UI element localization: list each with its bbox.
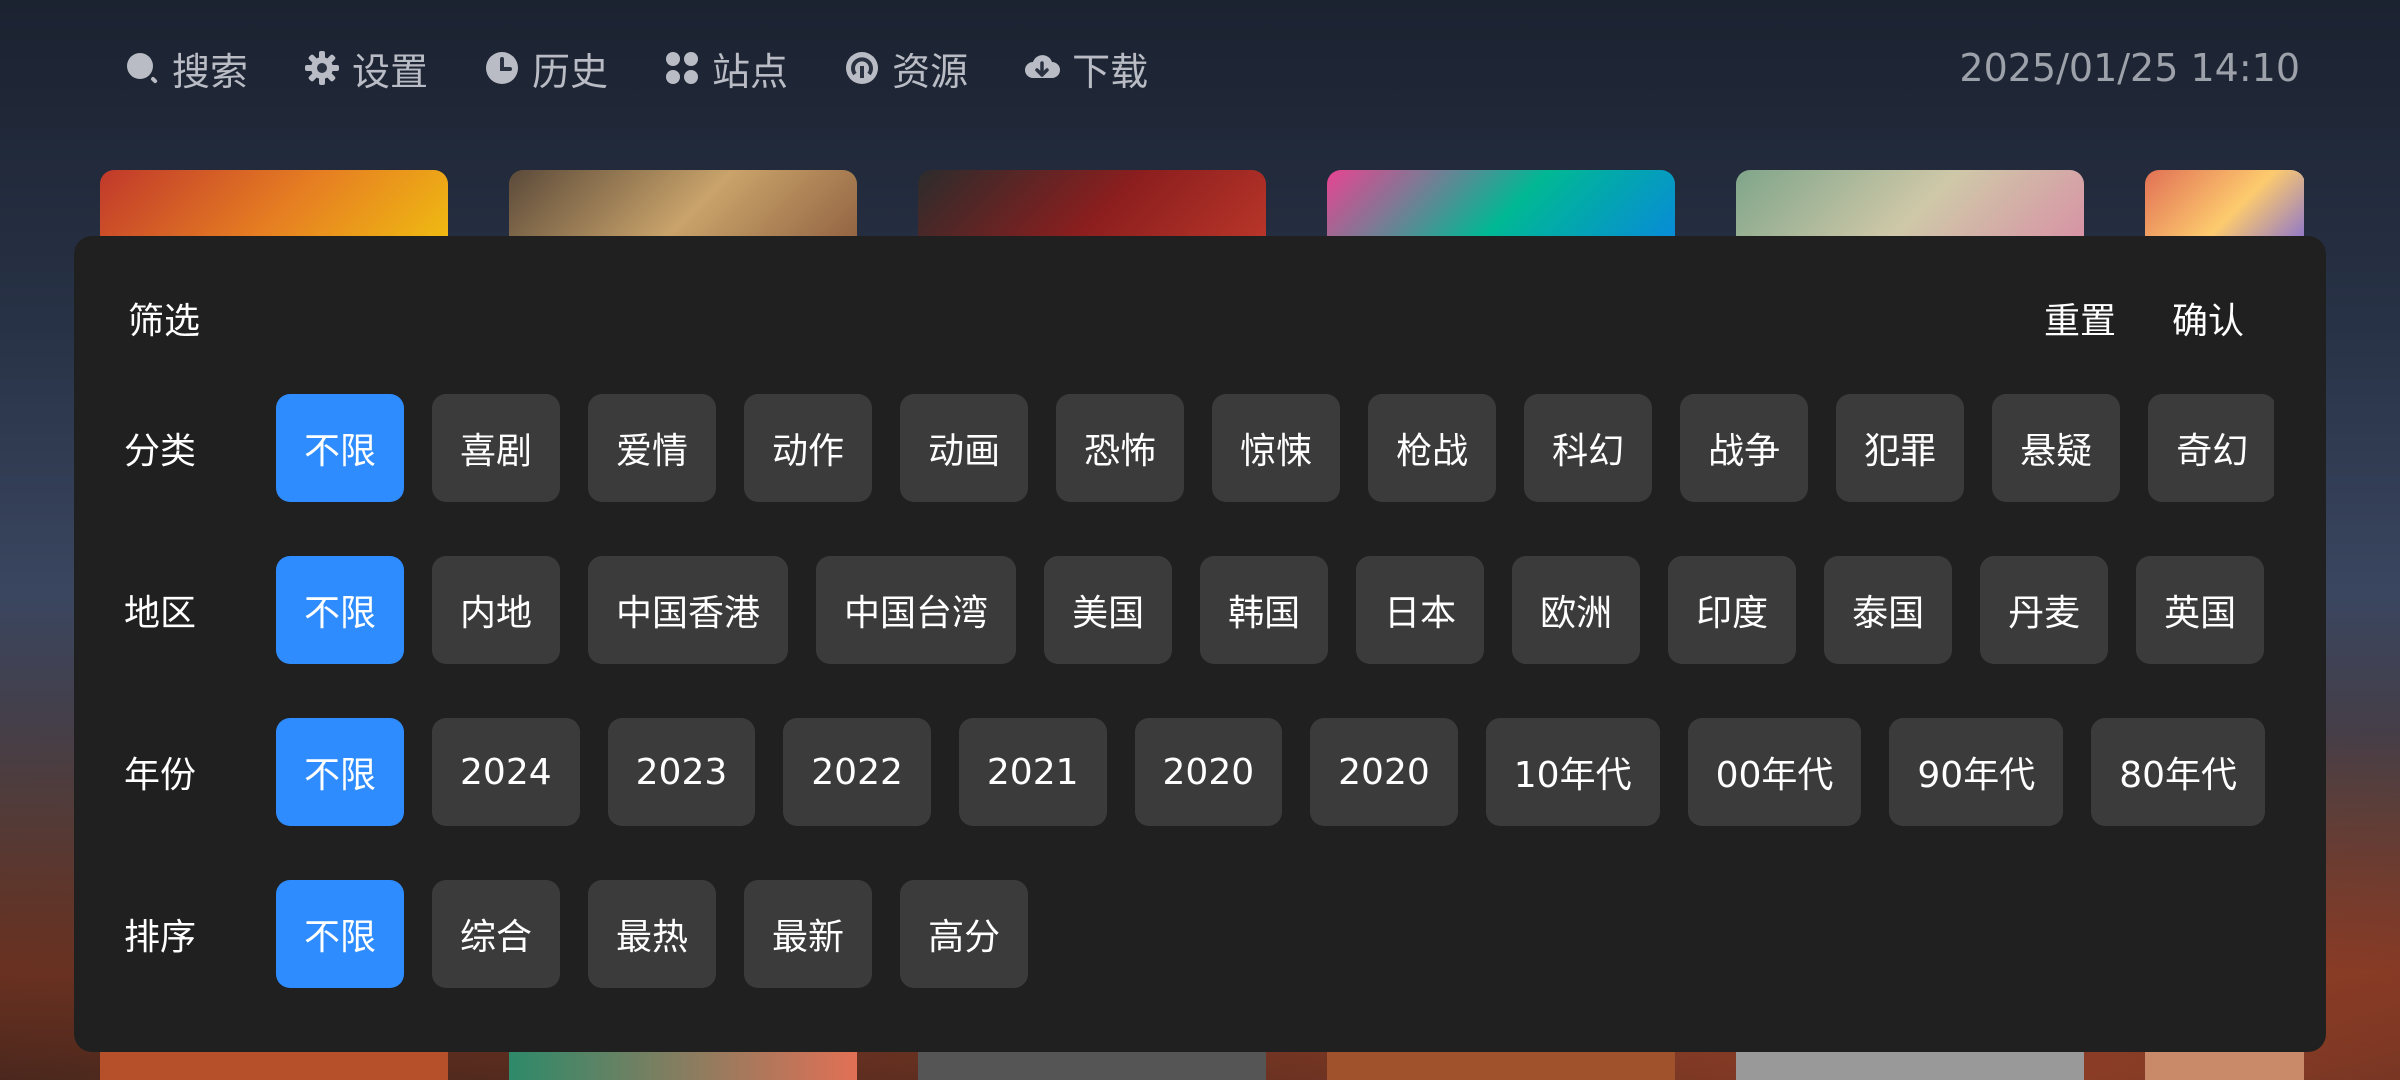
filter-chip[interactable]: 印度 — [1668, 556, 1797, 664]
filter-chip[interactable]: 2020 — [1134, 718, 1283, 826]
filter-chip[interactable]: 2023 — [607, 718, 756, 826]
filter-row-sort: 排序 不限 综合 最热 最新 高分 — [124, 880, 2274, 988]
filter-chip[interactable]: 内地 — [432, 556, 561, 664]
reset-button[interactable]: 重置 — [2044, 292, 2116, 344]
filter-chip[interactable]: 2022 — [783, 718, 931, 826]
filter-row-region: 地区 不限 内地 中国香港 中国台湾 美国 韩国 日本 欧洲 印度 泰国 丹麦 英国 — [124, 556, 2274, 664]
row-label: 分类 — [124, 431, 197, 472]
nav-settings[interactable]: 设置 — [304, 41, 428, 96]
nav-label: 下载 — [1072, 49, 1149, 94]
poster-row-top — [100, 170, 2304, 240]
poster[interactable] — [1327, 170, 1675, 240]
filter-row-category: 分类 不限 喜剧 爱情 动作 动画 恐怖 惊悚 枪战 科幻 战争 犯罪 悬疑 奇幻 — [124, 394, 2274, 502]
filter-chip[interactable]: 韩国 — [1200, 556, 1329, 664]
filter-chip[interactable]: 高分 — [900, 880, 1029, 988]
chip-list: 不限 喜剧 爱情 动作 动画 恐怖 惊悚 枪战 科幻 战争 犯罪 悬疑 奇幻 — [276, 394, 2274, 502]
poster[interactable] — [918, 170, 1266, 240]
poster[interactable] — [509, 1050, 857, 1080]
filter-chip[interactable]: 动画 — [900, 394, 1029, 502]
panel-actions: 重置 确认 — [2044, 292, 2244, 344]
nav-label: 历史 — [532, 49, 609, 94]
filter-chip[interactable]: 奇幻 — [2148, 394, 2274, 502]
confirm-button[interactable]: 确认 — [2172, 292, 2244, 344]
filter-chip[interactable]: 90年代 — [1889, 718, 2064, 826]
filter-chip[interactable]: 不限 — [276, 556, 405, 664]
nav-label: 搜索 — [172, 49, 249, 94]
nav-label: 资源 — [892, 49, 969, 94]
chip-list: 不限 综合 最热 最新 高分 — [276, 880, 2274, 988]
poster[interactable] — [1327, 1050, 1675, 1080]
poster[interactable] — [918, 1050, 1266, 1080]
filter-chip[interactable]: 中国台湾 — [816, 556, 1017, 664]
clock: 2025/01/25 14:10 — [1959, 46, 2300, 90]
filter-chip[interactable]: 枪战 — [1368, 394, 1497, 502]
poster[interactable] — [1736, 1050, 2084, 1080]
search-icon — [127, 53, 158, 84]
filter-chip[interactable]: 最热 — [588, 880, 717, 988]
filter-chip[interactable]: 不限 — [276, 718, 405, 826]
nav-search[interactable]: 搜索 — [124, 41, 248, 96]
poster[interactable] — [509, 170, 857, 240]
nav-sites[interactable]: 站点 — [664, 41, 788, 96]
poster[interactable] — [1736, 170, 2084, 240]
poster[interactable] — [100, 1050, 448, 1080]
poster[interactable] — [2145, 1050, 2304, 1080]
filter-chip[interactable]: 惊悚 — [1212, 394, 1341, 502]
panel-title: 筛选 — [128, 301, 201, 342]
filter-chip[interactable]: 动作 — [744, 394, 873, 502]
nav-download[interactable]: 下载 — [1024, 41, 1148, 96]
poster[interactable] — [100, 170, 448, 240]
nav-resources[interactable]: 资源 — [844, 41, 968, 96]
filter-chip[interactable]: 战争 — [1680, 394, 1809, 502]
filter-chip[interactable]: 2021 — [958, 718, 1107, 826]
filter-chip[interactable]: 英国 — [2136, 556, 2265, 664]
filter-chip[interactable]: 不限 — [276, 880, 405, 988]
nav-label: 设置 — [352, 49, 429, 94]
filter-chip[interactable]: 综合 — [432, 880, 561, 988]
filter-row-year: 年份 不限 2024 2023 2022 2021 2020 2020 10年代 00年代 90年… — [124, 718, 2274, 826]
row-label: 年份 — [124, 755, 197, 796]
filter-chip[interactable]: 最新 — [744, 880, 873, 988]
filter-chip[interactable]: 日本 — [1356, 556, 1485, 664]
poster[interactable] — [2145, 170, 2304, 240]
chip-list: 不限 内地 中国香港 中国台湾 美国 韩国 日本 欧洲 印度 泰国 丹麦 英国 — [276, 556, 2274, 664]
filter-chip[interactable]: 美国 — [1044, 556, 1173, 664]
filter-chip[interactable]: 10年代 — [1485, 718, 1660, 826]
filter-chip[interactable]: 恐怖 — [1056, 394, 1185, 502]
filter-chip[interactable]: 悬疑 — [1992, 394, 2121, 502]
chip-list: 不限 2024 2023 2022 2021 2020 2020 10年代 00年代 90年代 80… — [276, 718, 2274, 826]
grid-icon — [666, 52, 699, 84]
gear-icon — [305, 51, 340, 85]
filter-chip[interactable]: 丹麦 — [1980, 556, 2109, 664]
filter-chip[interactable]: 2020 — [1310, 718, 1458, 826]
filter-chip[interactable]: 80年代 — [2091, 718, 2266, 826]
filter-chip[interactable]: 2024 — [432, 718, 580, 826]
clock-icon — [486, 52, 519, 84]
poster-row-bottom — [100, 1050, 2304, 1080]
power-icon — [846, 52, 879, 84]
filter-chip[interactable]: 犯罪 — [1836, 394, 1965, 502]
filter-chip[interactable]: 00年代 — [1687, 718, 1862, 826]
filter-chip[interactable]: 欧洲 — [1512, 556, 1641, 664]
top-nav: 搜索 设置 历史 站点 资源 下载 2025/01/25 14:10 — [124, 38, 2300, 98]
nav-label: 站点 — [712, 49, 789, 94]
row-label: 排序 — [124, 917, 197, 958]
nav-history[interactable]: 历史 — [484, 41, 608, 96]
filter-chip[interactable]: 泰国 — [1824, 556, 1953, 664]
filter-chip[interactable]: 喜剧 — [432, 394, 561, 502]
filter-panel: 筛选 重置 确认 分类 不限 喜剧 爱情 动作 动画 恐怖 惊悚 枪战 科幻 战争 犯罪 悬疑 奇幻 地… — [74, 236, 2326, 1052]
filter-chip[interactable]: 不限 — [276, 394, 405, 502]
filter-chip[interactable]: 中国香港 — [588, 556, 789, 664]
download-icon — [1025, 55, 1061, 78]
filter-chip[interactable]: 科幻 — [1524, 394, 1653, 502]
filter-chip[interactable]: 爱情 — [588, 394, 717, 502]
row-label: 地区 — [124, 593, 197, 634]
